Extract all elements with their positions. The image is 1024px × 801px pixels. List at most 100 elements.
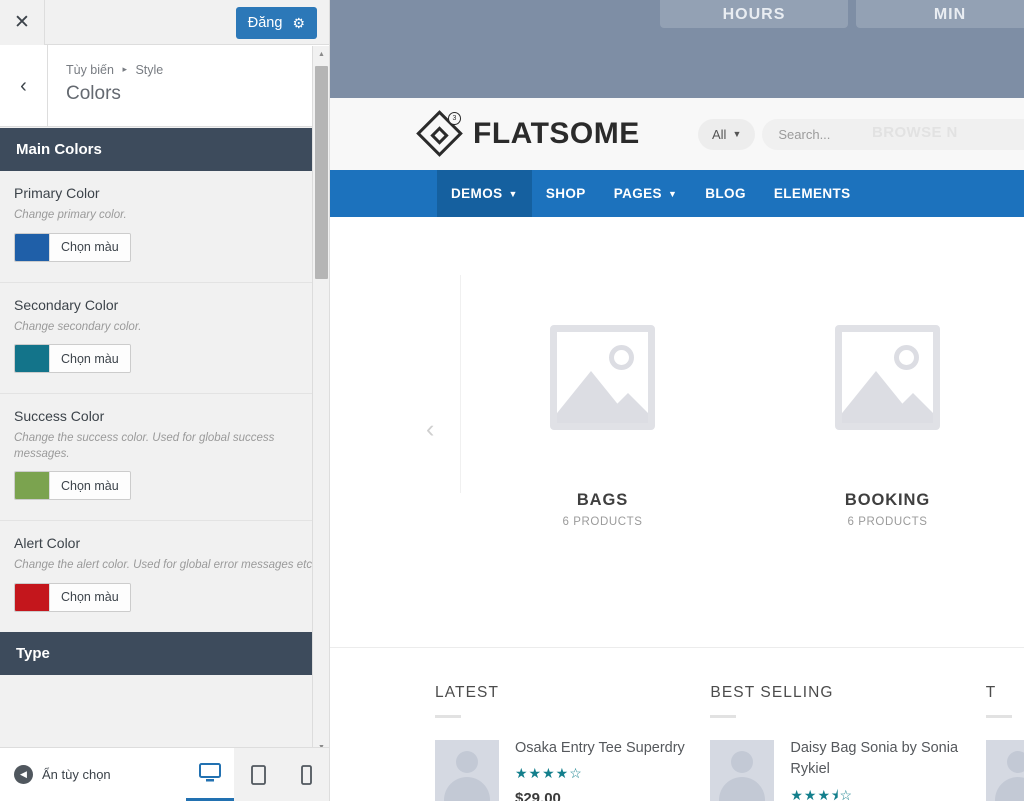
category-carousel: ‹ BAGS 6 PRODUCTS BOOKING 6 PRODUCTS	[330, 217, 1024, 647]
panel-title: T	[986, 684, 1024, 702]
customizer-scrollbar[interactable]: ▲ ▼	[312, 46, 329, 756]
control-label: Alert Color	[14, 535, 316, 551]
product-thumbnail	[435, 740, 499, 801]
chevron-down-icon: ▼	[509, 189, 518, 199]
logo-badge: 3	[448, 112, 461, 125]
search-category-select[interactable]: All ▼	[698, 119, 755, 150]
customizer-panel-header: ‹ Tùy biến ▸ Style Colors	[0, 45, 329, 127]
product-thumbnail	[710, 740, 774, 801]
site-preview: HOURS MIN 3 FLATSOME All ▼	[330, 0, 1024, 801]
control-secondary-color: Secondary Color Change secondary color. …	[0, 283, 330, 395]
nav-item-demos[interactable]: DEMOS ▼	[437, 170, 532, 217]
panel-third-cutoff: T	[986, 684, 1024, 801]
color-swatch[interactable]	[15, 584, 49, 611]
countdown-unit-min: MIN	[856, 0, 1024, 28]
breadcrumb-separator-icon: ▸	[122, 64, 127, 74]
color-swatch[interactable]	[15, 234, 49, 261]
chevron-left-circle-icon: ◀	[14, 765, 33, 784]
list-item[interactable]	[986, 740, 1024, 801]
countdown-unit-hours: HOURS	[660, 0, 848, 28]
product-name[interactable]: Osaka Entry Tee Superdry	[515, 738, 685, 759]
back-chevron-left-icon[interactable]: ‹	[0, 45, 48, 127]
panel-title: BEST SELLING	[710, 684, 985, 702]
nav-item-shop[interactable]: SHOP	[532, 170, 600, 217]
publish-button[interactable]: Đăng ⚙	[236, 7, 317, 39]
mobile-icon	[301, 765, 312, 785]
device-desktop-button[interactable]	[186, 748, 234, 801]
section-header-type[interactable]: Type	[0, 632, 330, 675]
panel-latest: LATEST Osaka Entry Tee Superdry ★★★★☆ $2…	[435, 684, 710, 801]
section-header-main-colors[interactable]: Main Colors	[0, 128, 330, 171]
device-tablet-button[interactable]	[234, 748, 282, 801]
page-title: Colors	[66, 83, 121, 105]
nav-spacer	[330, 170, 437, 217]
category-list: BAGS 6 PRODUCTS BOOKING 6 PRODUCTS	[460, 275, 1024, 528]
color-picker-primary[interactable]: Chọn màu	[14, 233, 131, 262]
countdown-banner: HOURS MIN	[330, 0, 1024, 98]
browse-overlay-text: BROWSE N	[872, 124, 958, 141]
color-picker-label: Chọn màu	[49, 234, 130, 261]
panel-title: LATEST	[435, 684, 710, 702]
chevron-down-icon: ▼	[732, 129, 741, 139]
control-label: Success Color	[14, 408, 316, 424]
collapse-sidebar-button[interactable]: ◀ Ẩn tùy chọn	[0, 765, 186, 784]
nav-label: DEMOS	[451, 186, 503, 201]
category-name: BOOKING	[745, 491, 1024, 510]
close-icon[interactable]: ✕	[0, 0, 45, 45]
chevron-down-icon: ▼	[668, 189, 677, 199]
nav-label: BLOG	[705, 186, 746, 201]
color-picker-success[interactable]: Chọn màu	[14, 471, 131, 500]
color-picker-alert[interactable]: Chọn màu	[14, 583, 131, 612]
control-success-color: Success Color Change the success color. …	[0, 394, 330, 521]
panel-rule	[710, 715, 736, 718]
device-preview-buttons	[186, 748, 330, 801]
control-primary-color: Primary Color Change primary color. Chọn…	[0, 171, 330, 283]
control-description: Change the alert color. Used for global …	[14, 558, 316, 574]
site-header: 3 FLATSOME All ▼ Search... BROWSE N	[330, 98, 1024, 170]
product-info: Daisy Bag Sonia by Sonia Rykiel ★★★⯨☆ $2…	[790, 740, 985, 801]
nav-item-elements[interactable]: ELEMENTS	[760, 170, 865, 217]
scroll-up-arrow-icon[interactable]: ▲	[313, 46, 330, 63]
color-picker-label: Chọn màu	[49, 345, 130, 372]
nav-label: SHOP	[546, 186, 586, 201]
flatsome-logo-icon: 3	[418, 112, 462, 156]
gear-icon[interactable]: ⚙	[292, 16, 305, 30]
rating-stars: ★★★⯨☆	[790, 785, 985, 801]
color-swatch[interactable]	[15, 345, 49, 372]
rating-stars: ★★★★☆	[515, 765, 685, 782]
desktop-icon	[199, 763, 221, 783]
color-picker-label: Chọn màu	[49, 584, 130, 611]
category-card-bags[interactable]: BAGS 6 PRODUCTS	[460, 275, 745, 528]
tablet-icon	[251, 765, 266, 785]
logo-wordmark: FLATSOME	[473, 117, 640, 151]
breadcrumb-parent[interactable]: Tùy biến	[66, 63, 114, 77]
placeholder-image-icon	[835, 325, 940, 430]
color-picker-secondary[interactable]: Chọn màu	[14, 344, 131, 373]
section-body-main-colors: Primary Color Change primary color. Chọn…	[0, 171, 330, 632]
category-name: BAGS	[460, 491, 745, 510]
search-placeholder: Search...	[778, 127, 830, 142]
category-card-booking[interactable]: BOOKING 6 PRODUCTS	[745, 275, 1024, 528]
panel-rule	[986, 715, 1012, 718]
list-item[interactable]: Osaka Entry Tee Superdry ★★★★☆ $29.00	[435, 740, 710, 801]
product-panels: LATEST Osaka Entry Tee Superdry ★★★★☆ $2…	[330, 647, 1024, 801]
product-info: Osaka Entry Tee Superdry ★★★★☆ $29.00	[515, 740, 685, 801]
control-description: Change secondary color.	[14, 320, 316, 336]
list-item[interactable]: Daisy Bag Sonia by Sonia Rykiel ★★★⯨☆ $2…	[710, 740, 985, 801]
screen: ✕ Đăng ⚙ ‹ Tùy biến ▸ Style Colors Main …	[0, 0, 1024, 801]
scrollbar-thumb[interactable]	[315, 66, 328, 279]
carousel-prev-chevron-left-icon[interactable]: ‹	[426, 415, 434, 444]
device-mobile-button[interactable]	[282, 748, 330, 801]
search-category-value: All	[712, 127, 726, 142]
search-bar: All ▼ Search...	[698, 119, 1024, 150]
site-logo[interactable]: 3 FLATSOME	[418, 112, 640, 156]
nav-item-blog[interactable]: BLOG	[691, 170, 760, 217]
customizer-topbar: ✕ Đăng ⚙	[0, 0, 329, 45]
color-swatch[interactable]	[15, 472, 49, 499]
product-name[interactable]: Daisy Bag Sonia by Sonia Rykiel	[790, 738, 985, 779]
panel-rule	[435, 715, 461, 718]
breadcrumb-current[interactable]: Style	[135, 63, 163, 77]
control-description: Change the success color. Used for globa…	[14, 431, 316, 462]
nav-item-pages[interactable]: PAGES ▼	[600, 170, 692, 217]
control-label: Primary Color	[14, 185, 316, 201]
